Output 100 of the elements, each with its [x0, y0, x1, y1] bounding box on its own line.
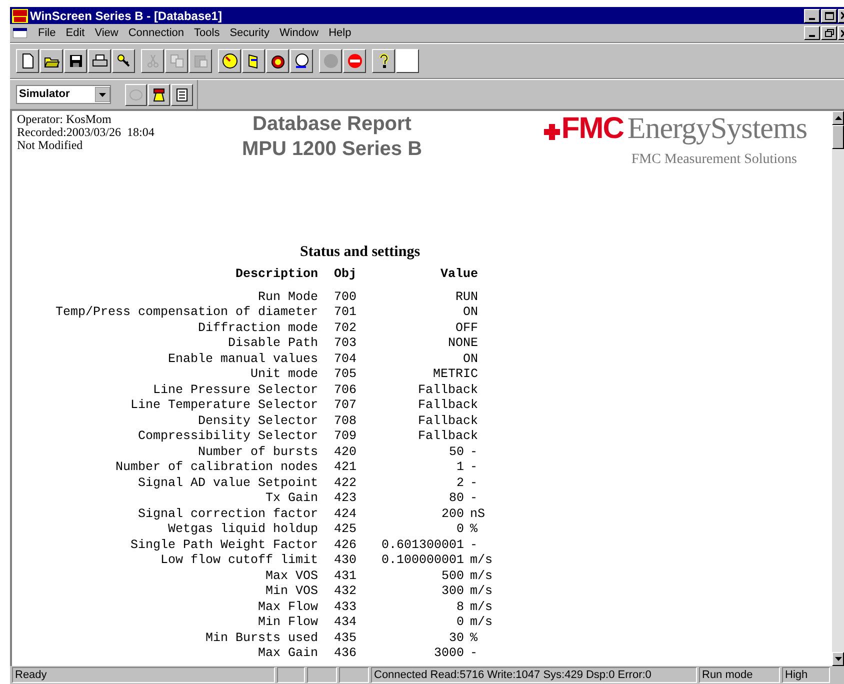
- restore-button[interactable]: [821, 26, 837, 40]
- table-cell-text: 1: [455, 460, 464, 476]
- table-cell-text: Fallback: [416, 429, 478, 444]
- toolbar-button[interactable]: [290, 49, 313, 73]
- table-cell-text: 422: [334, 476, 358, 491]
- table-cell-text: 420: [334, 444, 358, 460]
- table-cell-text: Max Gain: [256, 646, 318, 662]
- table-cell: m/s: [470, 615, 493, 630]
- table-cell-text: 425: [334, 522, 358, 538]
- table-cell: m/s: [470, 600, 493, 615]
- status-panel: Ready: [12, 667, 275, 683]
- connection-dropdown[interactable]: Simulator: [16, 85, 111, 104]
- table-cell-text: Fallback: [416, 398, 478, 414]
- table-cell: -: [470, 460, 478, 476]
- toolbar-button[interactable]: [112, 49, 135, 73]
- minimize-button[interactable]: [804, 8, 820, 22]
- toolbar-button[interactable]: [372, 49, 395, 73]
- copy-icon: [168, 53, 184, 69]
- table-cell-text: 705: [334, 367, 358, 382]
- minimize-button[interactable]: [804, 26, 820, 40]
- menu-item[interactable]: View: [90, 24, 124, 42]
- table-cell: m/s: [470, 553, 493, 568]
- menu-item[interactable]: Help: [324, 24, 356, 42]
- report-info-line: Recorded:2003/03/26 18:04: [17, 126, 156, 139]
- up-arrow-icon: [834, 116, 842, 120]
- printer-icon: [92, 53, 108, 69]
- table-cell-text: 0.100000001: [380, 553, 464, 568]
- scissors-icon: [144, 53, 160, 69]
- menu-item[interactable]: Window: [274, 24, 324, 42]
- table-cell-text: Unit mode: [249, 367, 318, 382]
- maximize-button[interactable]: [821, 8, 837, 22]
- toolbar-button[interactable]: [64, 49, 87, 73]
- table-cell-text: 0: [455, 522, 464, 538]
- toolbar-button[interactable]: [242, 49, 265, 73]
- table-cell: -: [470, 491, 478, 506]
- status-panel: High: [782, 667, 830, 683]
- window-title: WinScreen Series B - [Database1]: [30, 8, 222, 24]
- table-cell-text: Number of bursts: [196, 444, 318, 460]
- report-info-line: Operator: KosMom: [17, 113, 112, 126]
- toolbar-button[interactable]: [266, 49, 289, 73]
- table-cell-text: Density Selector: [196, 414, 318, 429]
- keys-icon: [116, 53, 132, 69]
- table-cell-text: Min Flow: [256, 615, 318, 630]
- table-cell-text: Signal AD value Setpoint: [136, 476, 318, 491]
- table-cell-text: 424: [334, 506, 358, 522]
- status-panel: Run mode: [699, 667, 780, 683]
- table-cell-text: Disable Path: [226, 336, 318, 352]
- menu-item[interactable]: Edit: [60, 24, 90, 42]
- toolbar-button[interactable]: [16, 49, 39, 73]
- toolbar-button[interactable]: [148, 84, 170, 106]
- app-logo-icon: [12, 8, 28, 22]
- toolbar-button[interactable]: [40, 49, 63, 73]
- table-cell-text: 434: [334, 615, 358, 630]
- toolbar-button[interactable]: [88, 49, 111, 73]
- table-cell-text: 300: [440, 584, 464, 600]
- table-cell-text: Max VOS: [264, 568, 318, 584]
- column-header: Description: [234, 267, 318, 282]
- minimize-icon: [809, 35, 815, 37]
- table-cell-text: Temp/Press compensation of diameter: [54, 305, 318, 320]
- table-cell-text: Max Flow: [256, 600, 318, 615]
- menu-item[interactable]: Connection: [123, 24, 190, 42]
- menu-item[interactable]: Tools: [189, 24, 225, 42]
- table-cell-text: 706: [334, 382, 358, 398]
- table-cell-text: Min Bursts used: [204, 630, 318, 646]
- table-cell-text: 704: [334, 352, 358, 367]
- blank-button[interactable]: [396, 49, 419, 73]
- table-cell-text: ON: [462, 305, 478, 320]
- table-cell-text: Fallback: [416, 382, 478, 398]
- toolbar-button[interactable]: [343, 49, 366, 73]
- scroll-down-button[interactable]: [832, 652, 844, 666]
- table-cell-text: 701: [334, 305, 358, 320]
- table-cell-text: 80: [448, 491, 464, 506]
- toolbar-button[interactable]: [218, 49, 241, 73]
- table-cell-text: Fallback: [416, 414, 478, 429]
- table-cell-text: 426: [334, 538, 358, 553]
- table-cell-text: Signal correction factor: [136, 506, 318, 522]
- report-info-line: Not Modified: [17, 139, 84, 152]
- status-panel: [307, 667, 337, 683]
- table-cell: -: [470, 646, 478, 662]
- vertical-scrollbar[interactable]: [832, 111, 844, 666]
- scroll-up-button[interactable]: [832, 111, 844, 125]
- dropdown-arrow-icon: [95, 87, 110, 102]
- down-arrow-icon: [834, 657, 842, 661]
- table-cell: -: [470, 538, 478, 553]
- table-cell-text: RUN: [454, 290, 478, 305]
- gauge-icon: [222, 53, 238, 69]
- menu-item[interactable]: Security: [224, 24, 274, 42]
- table-cell-text: 421: [334, 460, 358, 476]
- scroll-thumb[interactable]: [832, 125, 844, 149]
- table-cell-text: 703: [334, 336, 358, 352]
- table-cell: -: [470, 444, 478, 460]
- table-cell-text: 430: [334, 553, 358, 568]
- table-cell-text: 708: [334, 414, 358, 429]
- table-cell-text: 0: [455, 615, 464, 630]
- menu-item[interactable]: File: [33, 24, 61, 42]
- column-header: Obj: [334, 267, 358, 282]
- table-cell-text: Min VOS: [264, 584, 318, 600]
- table-cell-text: Run Mode: [256, 290, 318, 305]
- toolbar-button[interactable]: [171, 84, 193, 106]
- logo-tagline: FMC Measurement Solutions: [631, 151, 797, 169]
